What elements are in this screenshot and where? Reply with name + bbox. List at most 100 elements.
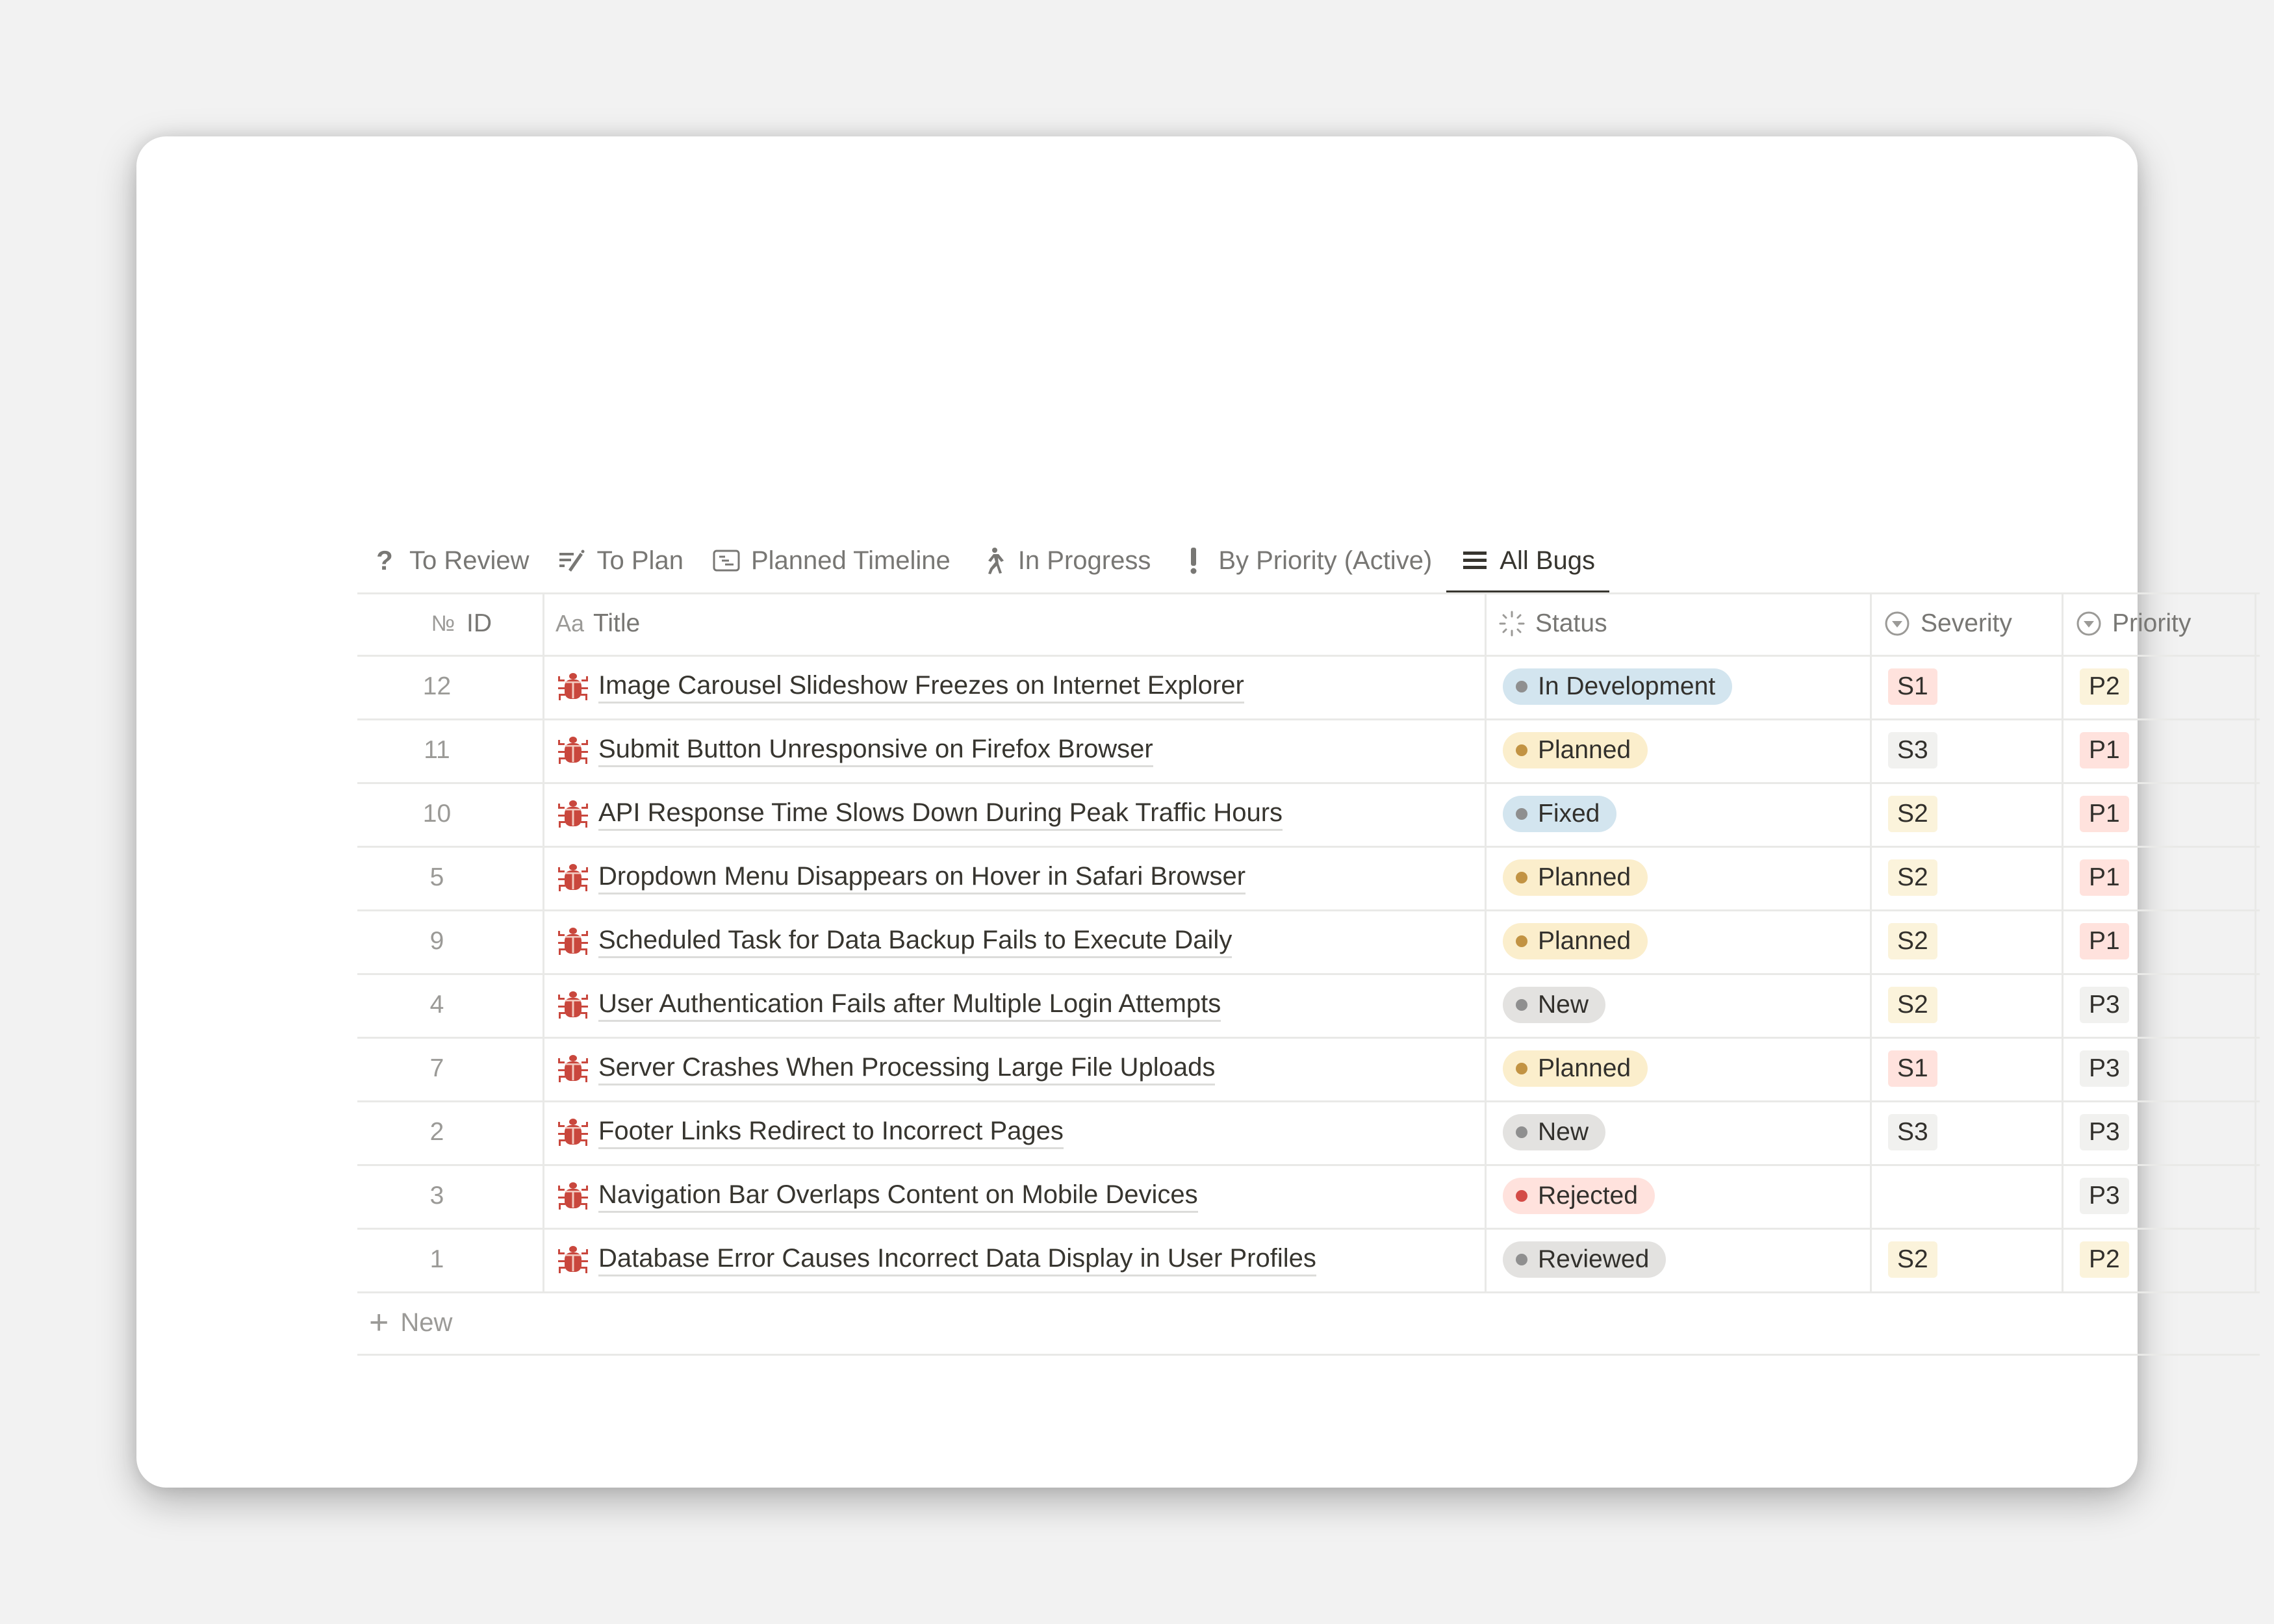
severity-cell[interactable] [1888,1164,2050,1228]
status-cell[interactable]: Fixed [1503,782,1828,846]
bug-title-link[interactable]: Footer Links Redirect to Incorrect Pages [598,1115,1064,1149]
priority-cell[interactable]: P2 [2080,655,2242,718]
status-label: Reviewed [1538,1245,1650,1273]
status-dot [1516,872,1527,883]
bug-title-link[interactable]: Dropdown Menu Disappears on Hover in Saf… [598,861,1246,894]
priority-tag: P3 [2080,1178,2129,1214]
priority-cell[interactable]: P1 [2080,782,2242,846]
status-cell[interactable]: Reviewed [1503,1228,1828,1291]
severity-cell[interactable]: S2 [1888,846,2050,909]
timeline-icon [712,546,741,575]
priority-tag: P1 [2080,732,2129,768]
status-label: Planned [1538,927,1631,955]
title-cell: Scheduled Task for Data Backup Fails to … [543,909,1485,973]
table-row[interactable]: 10 API Response Time Slows Down During Pe… [357,782,2260,846]
status-dot [1516,1063,1527,1074]
bug-title-link[interactable]: Submit Button Unresponsive on Firefox Br… [598,733,1153,767]
title-cell: Navigation Bar Overlaps Content on Mobil… [543,1164,1485,1228]
select-icon [1883,609,1911,638]
table-row[interactable]: 2 Footer Links Redirect to Incorrect Page… [357,1100,2260,1164]
column-header-priority[interactable]: Priority [2075,592,2250,655]
tab-in-progress[interactable]: In Progress [979,529,1151,592]
severity-cell[interactable]: S3 [1888,1100,2050,1164]
tab-by-priority-active[interactable]: By Priority (Active) [1179,529,1432,592]
table-row[interactable]: 1 Database Error Causes Incorrect Data Di… [357,1228,2260,1291]
tab-to-review[interactable]: ? To Review [370,529,529,592]
table-row[interactable]: 7 Server Crashes When Processing Large Fi… [357,1037,2260,1100]
status-cell[interactable]: New [1503,1100,1828,1164]
title-cell: Image Carousel Slideshow Freezes on Inte… [543,655,1485,718]
severity-cell[interactable]: S1 [1888,1037,2050,1100]
bug-icon [557,1243,589,1276]
status-cell[interactable]: Planned [1503,718,1828,782]
id-cell: 1 [357,1228,543,1291]
priority-cell[interactable]: P1 [2080,718,2242,782]
svg-text:?: ? [376,548,393,574]
severity-tag: S2 [1888,987,1937,1023]
title-cell: Database Error Causes Incorrect Data Dis… [543,1228,1485,1291]
priority-cell[interactable]: P3 [2080,1100,2242,1164]
bug-title-link[interactable]: Database Error Causes Incorrect Data Dis… [598,1243,1316,1276]
status-label: New [1538,1118,1589,1146]
column-header-title[interactable]: Aa Title [556,592,1465,655]
bug-title-link[interactable]: User Authentication Fails after Multiple… [598,988,1221,1022]
status-badge: Reviewed [1503,1241,1667,1278]
table-row[interactable]: 3 Navigation Bar Overlaps Content on Mobi… [357,1164,2260,1228]
column-header-id[interactable]: № ID [429,592,543,655]
table-row[interactable]: 11 Submit Button Unresponsive on Firefox … [357,718,2260,782]
tab-all-bugs[interactable]: All Bugs [1446,529,1609,593]
severity-cell[interactable]: S2 [1888,973,2050,1037]
severity-cell[interactable]: S2 [1888,1228,2050,1291]
priority-cell[interactable]: P1 [2080,909,2242,973]
bug-title-link[interactable]: API Response Time Slows Down During Peak… [598,797,1283,831]
column-header-label: Severity [1921,609,2012,637]
bug-title-link[interactable]: Image Carousel Slideshow Freezes on Inte… [598,670,1244,704]
status-dot [1516,1254,1527,1265]
id-cell: 5 [357,846,543,909]
severity-cell[interactable]: S3 [1888,718,2050,782]
priority-cell[interactable]: P1 [2080,846,2242,909]
status-dot [1516,1190,1527,1202]
status-cell[interactable]: Rejected [1503,1164,1828,1228]
severity-cell[interactable]: S2 [1888,782,2050,846]
priority-cell[interactable]: P3 [2080,973,2242,1037]
add-new-row-button[interactable]: + New [357,1291,452,1354]
table-row[interactable]: 9 Scheduled Task for Data Backup Fails to… [357,909,2260,973]
bug-title-link[interactable]: Navigation Bar Overlaps Content on Mobil… [598,1179,1198,1213]
table-bottom-divider [357,1354,2260,1356]
bug-id: 11 [424,736,450,764]
status-cell[interactable]: In Development [1503,655,1828,718]
tab-label: Planned Timeline [750,546,951,575]
table-row[interactable]: 4 User Authentication Fails after Multipl… [357,973,2260,1037]
select-icon [2075,609,2103,638]
status-badge: New [1503,987,1606,1023]
priority-cell[interactable]: P2 [2080,1228,2242,1291]
table-row[interactable]: 5 Dropdown Menu Disappears on Hover in Sa… [357,846,2260,909]
priority-cell[interactable]: P3 [2080,1037,2242,1100]
severity-tag: S2 [1888,1241,1937,1278]
status-cell[interactable]: Planned [1503,1037,1828,1100]
bug-id: 9 [429,927,444,955]
id-cell: 2 [357,1100,543,1164]
bug-title-link[interactable]: Scheduled Task for Data Backup Fails to … [598,924,1233,958]
tab-planned-timeline[interactable]: Planned Timeline [712,529,951,592]
bug-icon [557,989,589,1021]
status-icon [1498,609,1526,638]
priority-cell[interactable]: P3 [2080,1164,2242,1228]
title-cell: Submit Button Unresponsive on Firefox Br… [543,718,1485,782]
severity-tag: S2 [1888,859,1937,896]
status-cell[interactable]: Planned [1503,846,1828,909]
table-row[interactable]: 12 Image Carousel Slideshow Freezes on In… [357,655,2260,718]
priority-tag: P3 [2080,987,2129,1023]
column-header-severity[interactable]: Severity [1883,592,2058,655]
severity-cell[interactable]: S1 [1888,655,2050,718]
status-cell[interactable]: New [1503,973,1828,1037]
tab-label: All Bugs [1500,546,1596,575]
bug-title-link[interactable]: Server Crashes When Processing Large Fil… [598,1052,1216,1085]
status-label: Rejected [1538,1182,1638,1210]
severity-tag: S2 [1888,796,1937,832]
severity-cell[interactable]: S2 [1888,909,2050,973]
status-cell[interactable]: Planned [1503,909,1828,973]
tab-to-plan[interactable]: To Plan [558,529,683,592]
column-header-status[interactable]: Status [1498,592,1861,655]
